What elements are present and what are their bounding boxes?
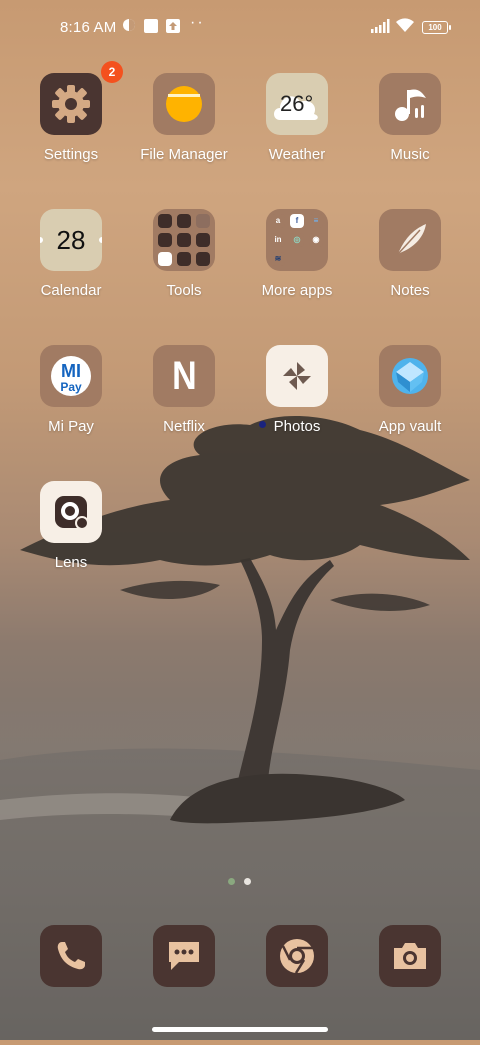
- status-time: 8:16 AM: [60, 19, 117, 36]
- music-note-icon: [379, 73, 441, 135]
- app-file-manager[interactable]: File Manager: [124, 73, 244, 193]
- app-mi-pay[interactable]: MI Pay Mi Pay: [11, 345, 131, 465]
- app-vault[interactable]: App vault: [350, 345, 470, 465]
- folder-circle-icon: [153, 73, 215, 135]
- notification-square-icon: [143, 18, 159, 39]
- app-label: Tools: [166, 282, 202, 299]
- app-label: Notes: [390, 282, 430, 299]
- phone-icon: [40, 925, 102, 987]
- app-label: Music: [390, 146, 430, 163]
- app-label: Weather: [268, 146, 326, 163]
- weather-temp: 26°: [280, 91, 314, 116]
- wifi-icon: [395, 17, 415, 38]
- message-icon: [153, 925, 215, 987]
- app-settings[interactable]: 2 Settings: [11, 61, 131, 193]
- home-gesture-bar[interactable]: [152, 1027, 328, 1032]
- netflix-icon: N: [153, 345, 215, 407]
- dock-phone[interactable]: [11, 925, 131, 1045]
- chrome-icon: [266, 925, 328, 987]
- upload-icon: [165, 18, 181, 39]
- vpn-icon: [122, 18, 136, 37]
- folder-more-apps[interactable]: a f ≡ in ◎ ◉ ≋ More apps: [237, 209, 357, 329]
- tools-folder-icon: [153, 209, 215, 271]
- dock-camera[interactable]: [350, 925, 470, 1045]
- page-dot-active: [228, 878, 235, 885]
- app-label: Photos: [273, 418, 321, 435]
- status-bar: 8:16 AM ·· 100: [0, 0, 480, 56]
- app-label: App vault: [378, 418, 442, 435]
- app-notes[interactable]: Notes: [350, 209, 470, 329]
- app-label: Netflix: [163, 418, 205, 435]
- app-label: Lens: [54, 554, 88, 571]
- more-notifications-indicator: ··: [190, 14, 205, 31]
- app-music[interactable]: Music: [350, 73, 470, 193]
- cloud-icon: 26°: [266, 73, 328, 135]
- app-label: Settings: [43, 146, 99, 163]
- app-calendar[interactable]: 28 Calendar: [11, 209, 131, 329]
- calendar-icon: 28: [40, 209, 102, 271]
- app-netflix[interactable]: N Netflix: [124, 345, 244, 465]
- app-label: More apps: [261, 282, 333, 299]
- app-photos[interactable]: Photos: [237, 345, 357, 465]
- camera-icon: [379, 925, 441, 987]
- battery-icon: 100: [422, 21, 451, 34]
- folder-tools[interactable]: Tools: [124, 209, 244, 329]
- calendar-date: 28: [56, 224, 86, 255]
- pinwheel-icon: [266, 345, 328, 407]
- cube-icon: [379, 345, 441, 407]
- app-lens[interactable]: Lens: [11, 481, 131, 601]
- page-indicator: [228, 878, 252, 886]
- mi-pay-icon: MI Pay: [40, 345, 102, 407]
- notification-badge: 2: [101, 61, 123, 83]
- page-dot: [244, 878, 251, 885]
- signal-icon: [370, 19, 390, 38]
- feather-icon: [379, 209, 441, 271]
- apps-folder-icon: a f ≡ in ◎ ◉ ≋: [266, 209, 328, 271]
- app-label: Calendar: [40, 282, 102, 299]
- gear-icon: [40, 73, 102, 135]
- app-label: Mi Pay: [48, 418, 94, 435]
- app-label: File Manager: [140, 146, 228, 163]
- app-weather[interactable]: 26° Weather: [237, 73, 357, 193]
- lens-icon: [40, 481, 102, 543]
